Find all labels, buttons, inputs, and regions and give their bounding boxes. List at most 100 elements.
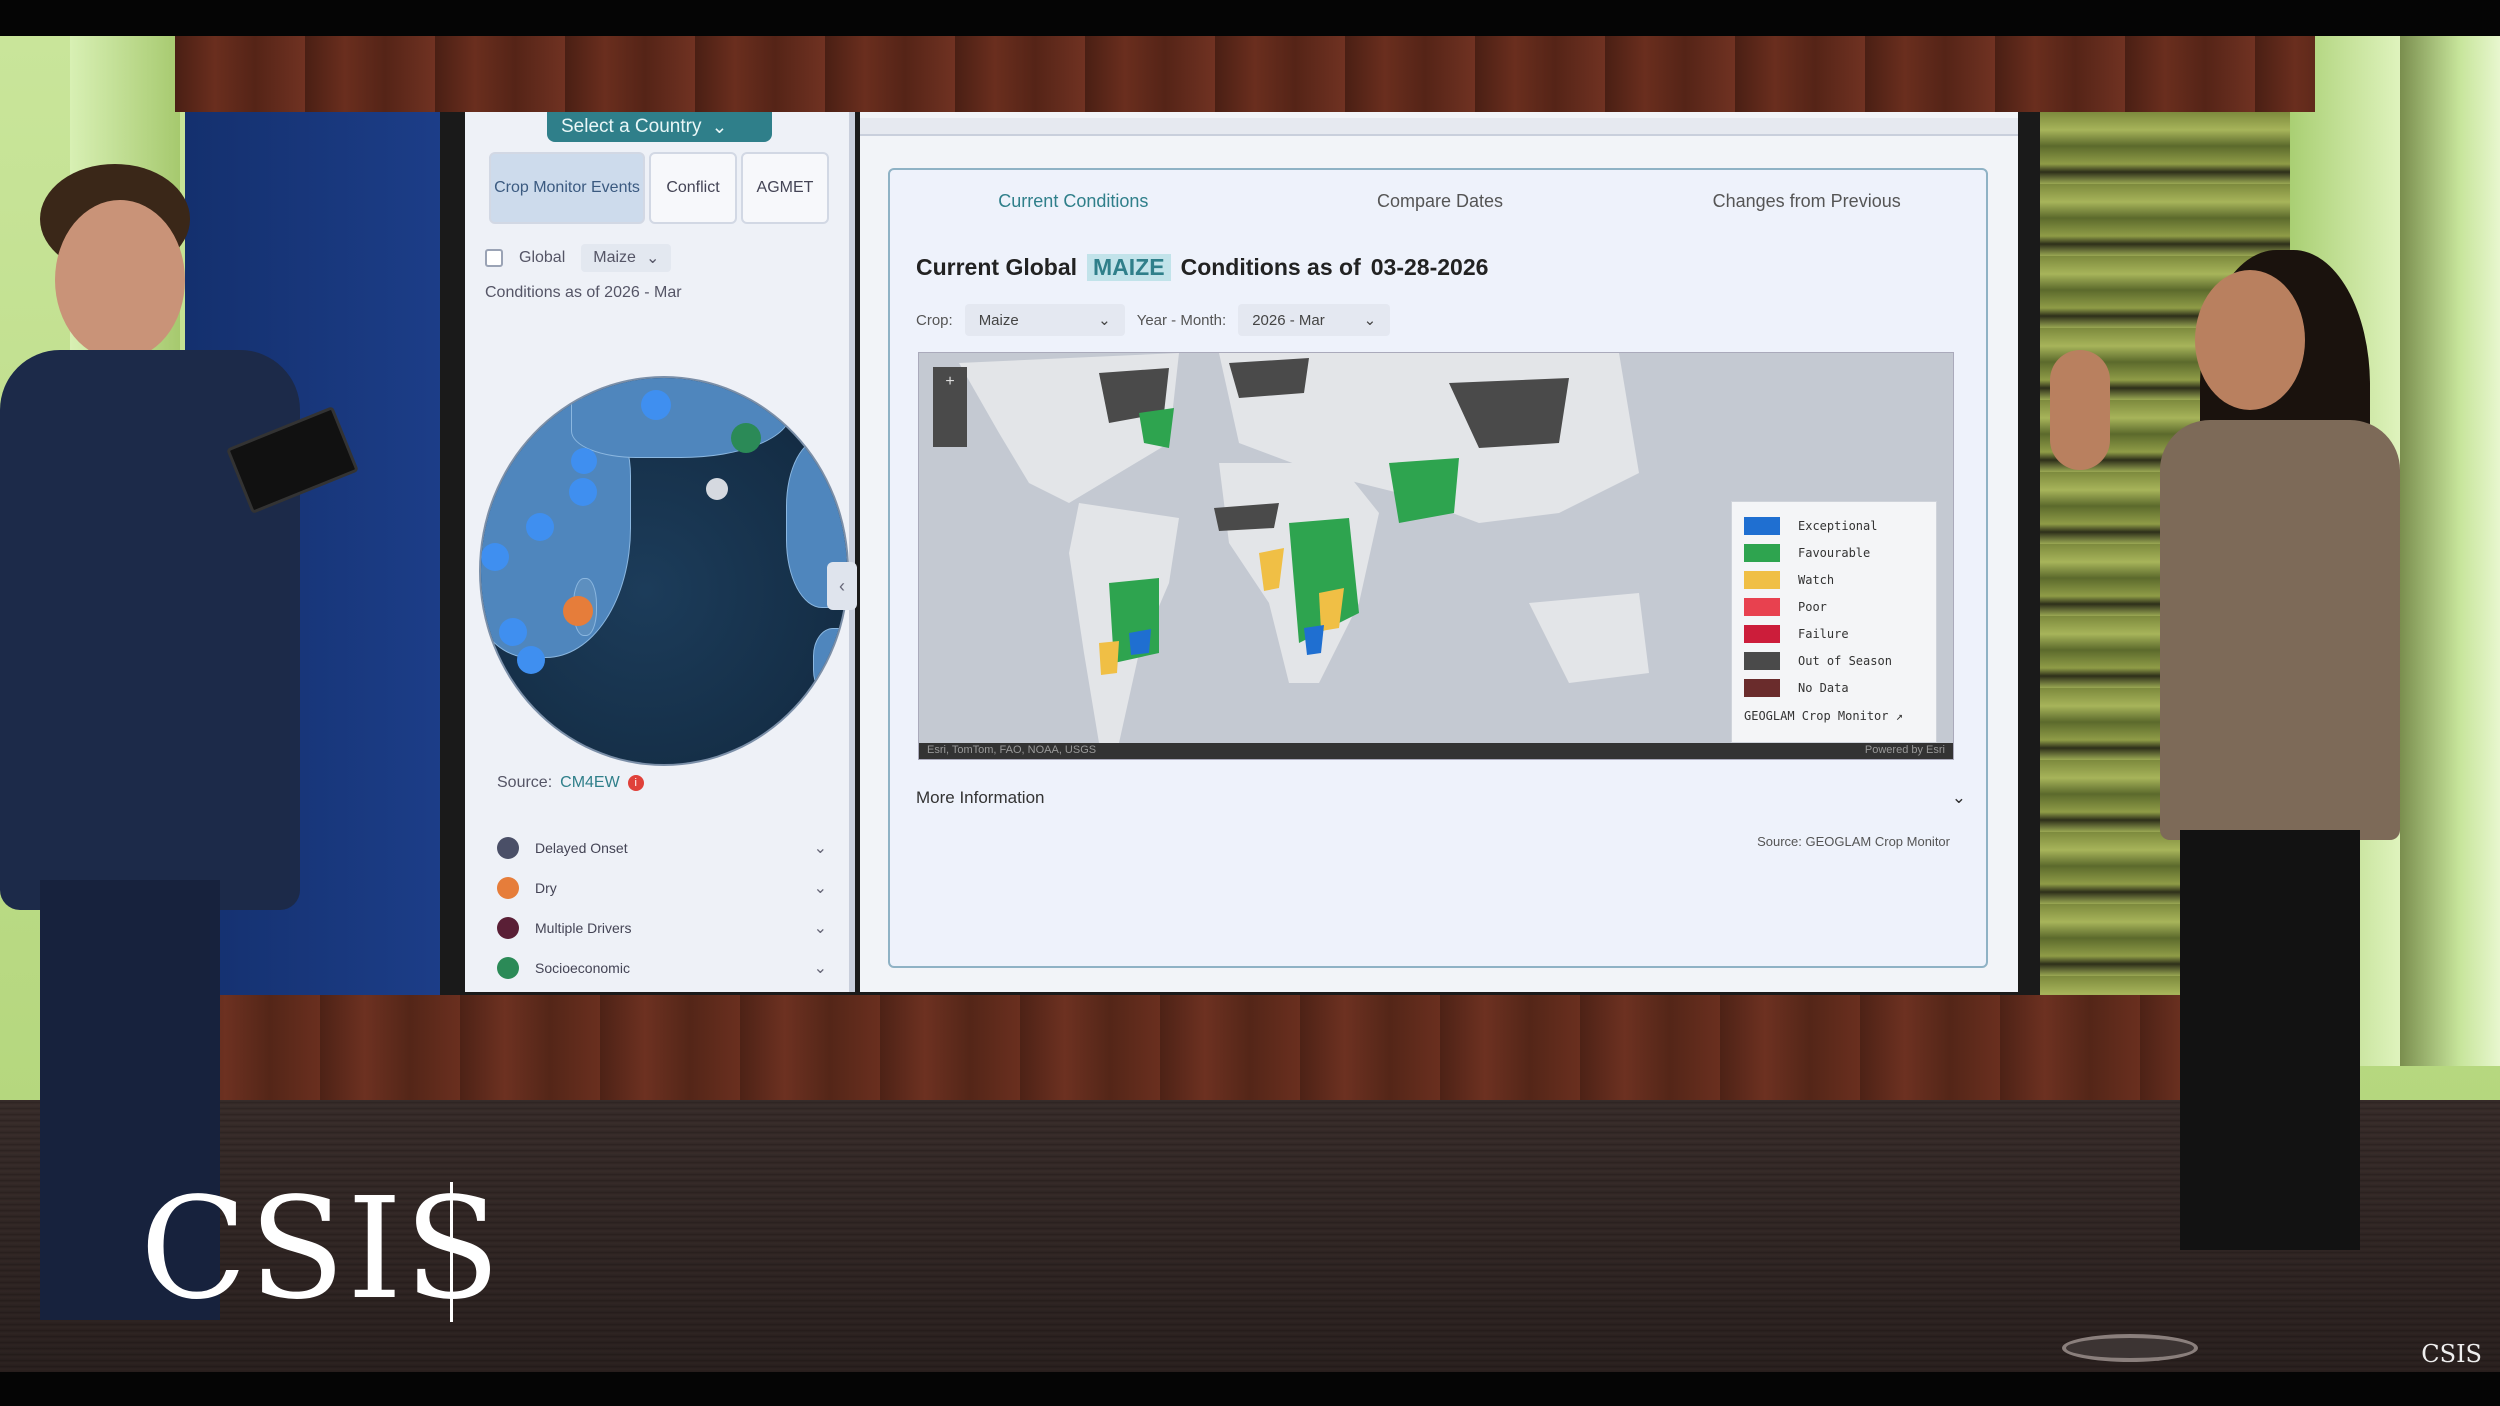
event-marker[interactable] (569, 478, 597, 506)
legend-entry: Failure (1744, 620, 1924, 647)
legend-swatch (1744, 651, 1780, 670)
chevron-down-icon: ⌄ (645, 250, 660, 267)
attribution-text: Esri, TomTom, FAO, NOAA, USGS (927, 744, 1097, 756)
world-conditions-map[interactable]: + Exceptional Favourable Watch Poor Fail… (918, 352, 1954, 760)
legend-label: Watch (1798, 572, 1835, 587)
tab-crop-monitor-events[interactable]: Crop Monitor Events (489, 152, 645, 224)
page-title: Current Global MAIZE Conditions as of 03… (916, 254, 1488, 281)
legend-label: Out of Season (1798, 653, 1892, 668)
event-marker[interactable] (517, 646, 545, 674)
list-item[interactable]: Dry ⌄ (497, 868, 827, 908)
chevron-down-icon: ⌄ (711, 116, 728, 138)
legend-label: Exceptional (1798, 518, 1878, 533)
event-marker[interactable] (571, 448, 597, 474)
legend-swatch (1744, 543, 1780, 562)
event-label: Dry (535, 880, 557, 896)
event-marker[interactable] (731, 423, 761, 453)
list-item[interactable]: Delayed Onset ⌄ (497, 828, 827, 868)
crop-conditions-panel: Current Conditions Compare Dates Changes… (860, 112, 2018, 992)
year-month-value: 2026 - Mar (1252, 311, 1325, 329)
title-middle: Conditions as of (1180, 254, 1361, 280)
tab-compare-dates[interactable]: Compare Dates (1257, 170, 1624, 232)
zoom-in-button[interactable]: + (933, 367, 967, 447)
region-exceptional (1129, 629, 1151, 655)
chevron-left-icon: ‹ (839, 575, 845, 596)
select-country-dropdown[interactable]: Select a Country ⌄ (547, 112, 772, 142)
tab-changes-from-previous[interactable]: Changes from Previous (1623, 170, 1990, 232)
wood-header-panel (175, 36, 2315, 112)
year-month-label: Year - Month: (1136, 311, 1227, 329)
more-information-toggle[interactable]: More Information ⌄ (916, 780, 1966, 816)
chevron-down-icon: ⌄ (813, 920, 827, 937)
wood-base-panel (180, 995, 2320, 1105)
event-marker[interactable] (526, 513, 554, 541)
tab-current-conditions[interactable]: Current Conditions (890, 170, 1257, 232)
chevron-down-icon: ⌄ (1098, 312, 1111, 329)
presenter-right (2050, 250, 2410, 1270)
crop-select[interactable]: Maize ⌄ (964, 304, 1125, 336)
event-label: Delayed Onset (535, 840, 628, 856)
powered-by-text: Powered by Esri (1864, 744, 1945, 756)
map-controls: Crop: Maize ⌄ Year - Month: 2026 - Mar ⌄ (916, 304, 1391, 336)
chevron-down-icon: ⌄ (813, 960, 827, 977)
legend-footer[interactable]: GEOGLAM Crop Monitor ↗ (1744, 709, 1924, 723)
legend-swatch (1744, 624, 1780, 643)
light-pillar-far-right (2400, 36, 2500, 1066)
title-crop-highlight: MAIZE (1087, 254, 1171, 281)
legend-swatch (1744, 678, 1780, 697)
chevron-down-icon: ⌄ (813, 880, 827, 897)
letterbox-bottom (0, 1372, 2500, 1406)
presenter-left-jacket (0, 350, 300, 910)
legend-entry: Favourable (1744, 539, 1924, 566)
conditions-card: Current Conditions Compare Dates Changes… (888, 168, 1988, 968)
event-color-dot (497, 917, 519, 939)
event-globe-map[interactable] (479, 376, 849, 766)
tab-conflict[interactable]: Conflict (649, 152, 737, 224)
title-prefix: Current Global (916, 254, 1078, 280)
crop-select-value: Maize (978, 311, 1019, 329)
source-note: Source: GEOGLAM Crop Monitor (1757, 834, 1950, 849)
region-exceptional (1304, 625, 1324, 655)
legend-label: No Data (1798, 680, 1849, 695)
presenter-left (0, 160, 370, 1320)
global-label: Global (519, 249, 566, 266)
crop-events-panel: Select a Country ⌄ Crop Monitor Events C… (465, 112, 857, 992)
tab-agmet[interactable]: AGMET (741, 152, 829, 224)
event-marker[interactable] (641, 390, 671, 420)
region-favourable (1389, 458, 1459, 523)
crop-label: Crop: (916, 311, 953, 329)
select-country-label: Select a Country (561, 116, 702, 137)
region-watch (1099, 641, 1119, 675)
source-row: Source: CM4EW i (497, 774, 644, 792)
list-item[interactable]: Multiple Drivers ⌄ (497, 908, 827, 948)
event-marker[interactable] (499, 618, 527, 646)
legend-entry: Watch (1744, 566, 1924, 593)
event-label: Multiple Drivers (535, 920, 632, 936)
event-marker[interactable] (563, 596, 593, 626)
filter-row: Global Maize ⌄ (485, 244, 672, 272)
year-month-select[interactable]: 2026 - Mar ⌄ (1238, 304, 1391, 336)
title-date: 03-28-2026 (1370, 254, 1489, 280)
info-icon[interactable]: i (627, 775, 644, 791)
australia-land (1529, 593, 1649, 683)
crop-mini-select[interactable]: Maize ⌄ (581, 244, 672, 272)
legend-entry: Poor (1744, 593, 1924, 620)
global-checkbox[interactable] (485, 249, 503, 267)
presenter-right-hand (2050, 350, 2110, 470)
region-out-of-season (1214, 503, 1279, 531)
letterbox-top (0, 0, 2500, 36)
region-favourable (1139, 408, 1174, 448)
more-information-label: More Information (916, 788, 1045, 807)
event-marker[interactable] (481, 543, 509, 571)
collapse-panel-button[interactable]: ‹ (827, 562, 857, 610)
list-item[interactable]: Socioeconomic ⌄ (497, 948, 827, 988)
event-color-dot (497, 957, 519, 979)
chevron-down-icon: ⌄ (813, 840, 827, 857)
presenter-right-trousers (2180, 830, 2360, 1250)
event-label: Socioeconomic (535, 960, 630, 976)
legend-footer-text: GEOGLAM Crop Monitor (1744, 709, 1889, 723)
legend-label: Favourable (1798, 545, 1871, 560)
legend-entry: Out of Season (1744, 647, 1924, 674)
source-link[interactable]: CM4EW (560, 774, 620, 792)
event-marker[interactable] (706, 478, 728, 500)
